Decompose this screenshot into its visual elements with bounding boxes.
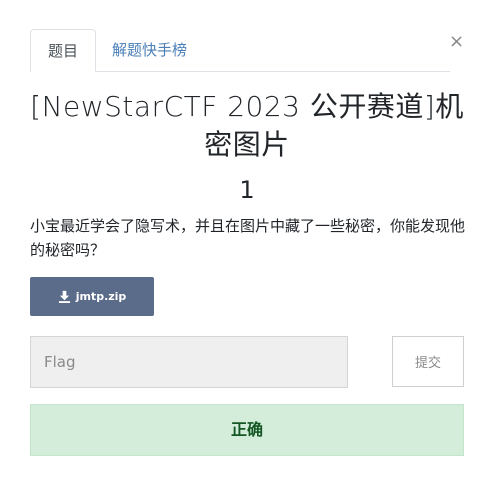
download-file-button[interactable]: jmtp.zip bbox=[30, 277, 154, 316]
download-icon bbox=[58, 290, 70, 303]
challenge-points: 1 bbox=[239, 176, 255, 204]
tab-challenge[interactable]: 题目 bbox=[30, 29, 96, 72]
tab-solves[interactable]: 解题快手榜 bbox=[112, 29, 187, 70]
close-icon[interactable]: × bbox=[449, 30, 464, 54]
result-alert: 正确 bbox=[30, 404, 464, 456]
challenge-description: 小宝最近学会了隐写术，并且在图片中藏了一些秘密，你能发现他的秘密吗？ bbox=[30, 217, 466, 259]
modal-tabs: 题目 解题快手榜 bbox=[30, 29, 450, 72]
download-file-label: jmtp.zip bbox=[75, 290, 127, 303]
challenge-title: [NewStarCTF 2023 公开赛道]机密图片 bbox=[30, 90, 464, 161]
submit-button[interactable]: 提交 bbox=[392, 336, 464, 387]
flag-input[interactable] bbox=[30, 336, 348, 388]
